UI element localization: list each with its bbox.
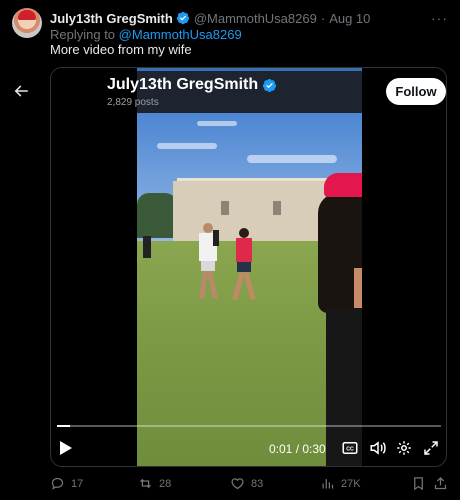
tweet-text: More video from my wife: [50, 42, 192, 57]
letterbox-right: [360, 68, 446, 466]
replying-to: Replying to @MammothUsa8269: [50, 27, 242, 42]
video-trees: [137, 193, 177, 238]
share-icon[interactable]: [433, 476, 448, 491]
person-background-mid: [213, 230, 219, 246]
reply-action[interactable]: 17: [50, 476, 83, 491]
separator-dot: ·: [320, 10, 326, 26]
views-chart-icon: [322, 479, 334, 489]
verified-badge-icon: [263, 78, 277, 92]
views-action[interactable]: 27K: [320, 476, 361, 491]
overlay-display-name[interactable]: July13th GregSmith: [107, 76, 258, 94]
display-name[interactable]: July13th GregSmith: [50, 11, 173, 26]
more-options-icon[interactable]: ···: [431, 10, 448, 26]
verified-badge-icon: [176, 11, 189, 25]
reply-count: 17: [71, 477, 84, 490]
person-foreground-right: [314, 173, 362, 466]
bookmark-icon[interactable]: [411, 476, 426, 491]
play-icon[interactable]: [59, 440, 73, 456]
author-row: July13th GregSmith @MammothUsa8269 · Aug…: [50, 9, 370, 27]
video-frame[interactable]: [137, 68, 362, 466]
video-player[interactable]: July13th GregSmith 2,829 posts Follow 0:…: [50, 67, 447, 467]
captions-icon[interactable]: CC: [341, 439, 359, 457]
author-handle[interactable]: @MammothUsa8269: [194, 11, 317, 26]
video-progress-bar[interactable]: [57, 425, 441, 427]
replying-prefix: Replying to: [50, 27, 116, 42]
like-count: 83: [251, 477, 264, 490]
repost-icon: [140, 478, 151, 489]
volume-icon[interactable]: [369, 439, 387, 457]
fullscreen-icon[interactable]: [422, 439, 440, 457]
person-red-shirt: [232, 228, 258, 303]
video-controls: 0:01 / 0:30 CC: [51, 430, 446, 466]
tweet-date[interactable]: Aug 10: [329, 11, 370, 26]
settings-gear-icon[interactable]: [395, 439, 413, 457]
video-time: 0:01 / 0:30: [269, 442, 326, 456]
avatar[interactable]: [12, 8, 42, 38]
person-background-left: [143, 236, 151, 258]
tweet-actions: 17 28 83 27K: [50, 476, 450, 494]
reply-icon: [51, 477, 64, 490]
overlay-posts-count: 2,829 posts: [107, 97, 159, 108]
heart-icon: [231, 478, 244, 490]
replying-handle-link[interactable]: @MammothUsa8269: [119, 27, 242, 42]
repost-count: 28: [159, 477, 172, 490]
repost-action[interactable]: 28: [138, 476, 171, 491]
overlay-channel-name[interactable]: July13th GregSmith: [107, 76, 277, 94]
follow-button[interactable]: Follow: [386, 78, 446, 105]
back-arrow-icon[interactable]: [12, 82, 30, 100]
view-count: 27K: [341, 477, 361, 490]
like-action[interactable]: 83: [230, 476, 263, 491]
video-progress-fill: [57, 425, 70, 427]
letterbox-left: [51, 68, 137, 466]
svg-text:CC: CC: [346, 447, 354, 453]
